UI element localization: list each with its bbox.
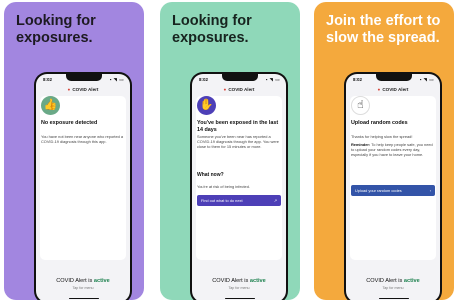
screenshot-card-upload-codes: Join the effort to slow the spread. 8:02… xyxy=(314,2,454,300)
app-status-active: active xyxy=(249,278,266,284)
app-title: COVID Alert xyxy=(72,87,99,92)
raised-hand-icon: ✋ xyxy=(197,96,216,115)
app-status-footer[interactable]: COVID Alert is active Tap for menu xyxy=(346,278,440,290)
phone-notch xyxy=(376,74,412,81)
status-time: 8:02 xyxy=(353,77,363,82)
screenshot-card-exposed: Looking for exposures. 8:02 ▪ ◥ ▭ ● COVID… xyxy=(160,2,300,300)
app-status-text: COVID Alert is active xyxy=(192,278,286,284)
exposure-status-title: You've been exposed in the last 14 days xyxy=(197,120,279,133)
status-icons: ▪ ◥ ▭ xyxy=(109,77,124,82)
upload-reminder-text: Reminder: To help keep people safe, you … xyxy=(351,142,436,157)
app-status-text: COVID Alert is active xyxy=(36,278,130,284)
home-indicator xyxy=(69,297,99,299)
app-status-text: COVID Alert is active xyxy=(346,278,440,284)
app-status-footer[interactable]: COVID Alert is active Tap for menu xyxy=(192,278,286,290)
app-header: ● COVID Alert xyxy=(192,87,286,92)
phone-screen: 8:02 ▪ ◥ ▭ ● COVID Alert ✋ You've been ex… xyxy=(192,74,286,300)
phone-notch xyxy=(66,74,102,81)
external-link-icon: ↗ xyxy=(273,198,277,203)
app-header: ● COVID Alert xyxy=(346,87,440,92)
phone-frame: 8:02 ▪ ◥ ▭ ● COVID Alert ✋ You've been ex… xyxy=(190,72,288,300)
menu-hint: Tap for menu xyxy=(72,286,94,290)
phone-frame: 8:02 ▪ ◥ ▭ ● COVID Alert ☝ Upload random … xyxy=(344,72,442,300)
phone-screen: 8:02 ▪ ◥ ▭ ● COVID Alert 👍 No exposure de… xyxy=(36,74,130,300)
app-store-screenshots: Looking for exposures. 8:02 ▪ ◥ ▭ ● COVID… xyxy=(0,0,456,303)
chevron-right-icon: › xyxy=(429,188,431,193)
phone-frame: 8:02 ▪ ◥ ▭ ● COVID Alert 👍 No exposure de… xyxy=(34,72,132,300)
upload-random-codes-label: Upload your random codes xyxy=(355,188,402,193)
card-headline: Join the effort to slow the spread. xyxy=(326,13,441,46)
app-logo-icon: ● xyxy=(377,87,381,92)
app-status-active: active xyxy=(93,278,110,284)
app-title: COVID Alert xyxy=(382,87,409,92)
hand-tapping-icon: ☝ xyxy=(351,96,370,115)
home-indicator xyxy=(225,297,255,299)
risk-text: You're at risk of being infected. xyxy=(197,184,250,189)
upload-thanks-text: Thanks for helping slow the spread! xyxy=(351,134,413,139)
upload-random-codes-button[interactable]: Upload your random codes › xyxy=(351,185,435,196)
upload-codes-body: Thanks for helping slow the spread! Remi… xyxy=(351,134,436,157)
status-icons: ▪ ◥ ▭ xyxy=(265,77,280,82)
what-now-heading: What now? xyxy=(197,172,224,178)
find-out-next-label: Find out what to do next xyxy=(201,198,243,203)
phone-notch xyxy=(222,74,258,81)
home-indicator xyxy=(379,297,409,299)
app-status-footer[interactable]: COVID Alert is active Tap for menu xyxy=(36,278,130,290)
screenshot-card-no-exposure: Looking for exposures. 8:02 ▪ ◥ ▭ ● COVID… xyxy=(4,2,144,300)
app-logo-icon: ● xyxy=(223,87,227,92)
card-headline: Looking for exposures. xyxy=(16,13,96,46)
app-logo-icon: ● xyxy=(67,87,71,92)
app-status-active: active xyxy=(403,278,420,284)
thumbs-up-icon: 👍 xyxy=(41,96,60,115)
exposure-status-body: Someone you've been near has reported a … xyxy=(197,134,279,149)
card-headline: Looking for exposures. xyxy=(172,13,252,46)
app-status-prefix: COVID Alert is xyxy=(56,278,93,284)
exposure-status-body: You have not been near anyone who report… xyxy=(41,134,124,144)
menu-hint: Tap for menu xyxy=(228,286,250,290)
upload-codes-title: Upload random codes xyxy=(351,120,408,126)
app-header: ● COVID Alert xyxy=(36,87,130,92)
status-icons: ▪ ◥ ▭ xyxy=(419,77,434,82)
status-time: 8:02 xyxy=(43,77,53,82)
app-status-prefix: COVID Alert is xyxy=(366,278,403,284)
app-title: COVID Alert xyxy=(228,87,255,92)
exposure-status-title: No exposure detected xyxy=(41,120,98,126)
find-out-next-button[interactable]: Find out what to do next ↗ xyxy=(197,195,281,206)
phone-screen: 8:02 ▪ ◥ ▭ ● COVID Alert ☝ Upload random … xyxy=(346,74,440,300)
menu-hint: Tap for menu xyxy=(382,286,404,290)
status-time: 8:02 xyxy=(199,77,209,82)
app-status-prefix: COVID Alert is xyxy=(212,278,249,284)
